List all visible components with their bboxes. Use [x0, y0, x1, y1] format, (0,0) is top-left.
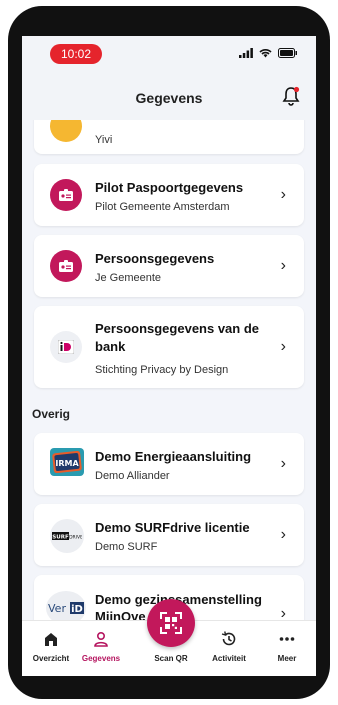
card-title: Persoonsgegevens van de bank [95, 321, 260, 354]
status-bar: 10:02 [22, 36, 316, 76]
verid-logo-icon: Ver iD [46, 591, 86, 620]
status-icons [239, 48, 298, 58]
card-subtitle: Pilot Gemeente Amsterdam [95, 201, 230, 213]
more-icon [279, 637, 295, 641]
nav-gegevens[interactable]: Gegevens [72, 629, 130, 663]
scan-qr-button[interactable] [147, 599, 195, 647]
credential-card-energie[interactable]: IRMA Demo Energieaansluiting Demo Allian… [34, 433, 304, 495]
nav-label: Gegevens [81, 654, 121, 663]
card-subtitle: Je Gemeente [95, 272, 162, 284]
nav-label: Activiteit [212, 654, 246, 663]
card-title: Persoonsgegevens [95, 251, 215, 266]
nav-meer[interactable]: Meer [258, 629, 316, 663]
card-subtitle: Demo Alliander [95, 470, 170, 482]
card-subtitle: Demo SURF [95, 541, 158, 553]
chevron-right-icon: › [280, 338, 286, 355]
battery-icon [278, 48, 297, 58]
card-title: Demo Energieaansluiting [95, 449, 252, 464]
nav-label: Overzicht [32, 654, 70, 663]
phone-bottom-bezel [22, 676, 316, 686]
nav-activiteit[interactable]: Activiteit [200, 629, 258, 663]
page-title: Gegevens [135, 90, 203, 106]
svg-text:IRMA: IRMA [55, 459, 79, 468]
nav-label: Meer [277, 654, 297, 663]
notification-bell-icon[interactable] [282, 86, 300, 106]
nav-label: Scan QR [154, 654, 188, 663]
svg-text:DRIVE: DRIVE [69, 534, 82, 540]
card-title: Pilot Paspoortgegevens [95, 180, 244, 195]
credential-card-bank[interactable]: Persoonsgegevens van de bank Stichting P… [34, 306, 304, 388]
svg-text:SURF: SURF [52, 534, 69, 540]
credential-card-persoonsgegevens[interactable]: Persoonsgegevens Je Gemeente › [34, 235, 304, 297]
surfdrive-logo-icon: SURF DRIVE [50, 519, 84, 553]
person-icon [94, 631, 108, 647]
chevron-right-icon: › [280, 257, 286, 274]
card-subtitle: Stichting Privacy by Design [95, 364, 229, 376]
chevron-right-icon: › [280, 455, 286, 472]
id-card-icon [50, 250, 82, 282]
qr-icon [160, 612, 182, 634]
svg-text:iD: iD [71, 604, 83, 615]
status-time: 10:02 [50, 44, 102, 64]
irma-logo-icon: IRMA [50, 448, 84, 476]
id-card-icon [50, 179, 82, 211]
svg-text:Ver: Ver [48, 602, 66, 615]
ideal-icon [50, 331, 82, 363]
yivi-icon [50, 120, 82, 142]
card-title: Demo SURFdrive licentie [95, 520, 250, 535]
credentials-list: Yivi Pilot Paspoortgegevens Pilot Gemeen… [22, 120, 316, 620]
wifi-icon [259, 49, 272, 58]
chevron-right-icon: › [280, 605, 286, 620]
home-icon [45, 633, 57, 646]
signal-icon [239, 48, 253, 58]
history-icon [221, 631, 236, 646]
app-screen: 10:02 Gegevens Yivi Pilot Paspoortgegeve… [22, 36, 316, 676]
chevron-right-icon: › [280, 526, 286, 543]
app-header: Gegevens [22, 76, 316, 121]
credential-card-surfdrive[interactable]: SURF DRIVE Demo SURFdrive licentie Demo S… [34, 504, 304, 566]
credential-card-pilot-paspoort[interactable]: Pilot Paspoortgegevens Pilot Gemeente Am… [34, 164, 304, 226]
chevron-right-icon: › [280, 186, 286, 203]
section-heading-overig: Overig [32, 407, 71, 421]
credential-card-yivi[interactable]: Yivi [34, 120, 304, 154]
card-subtitle: Yivi [95, 134, 113, 146]
